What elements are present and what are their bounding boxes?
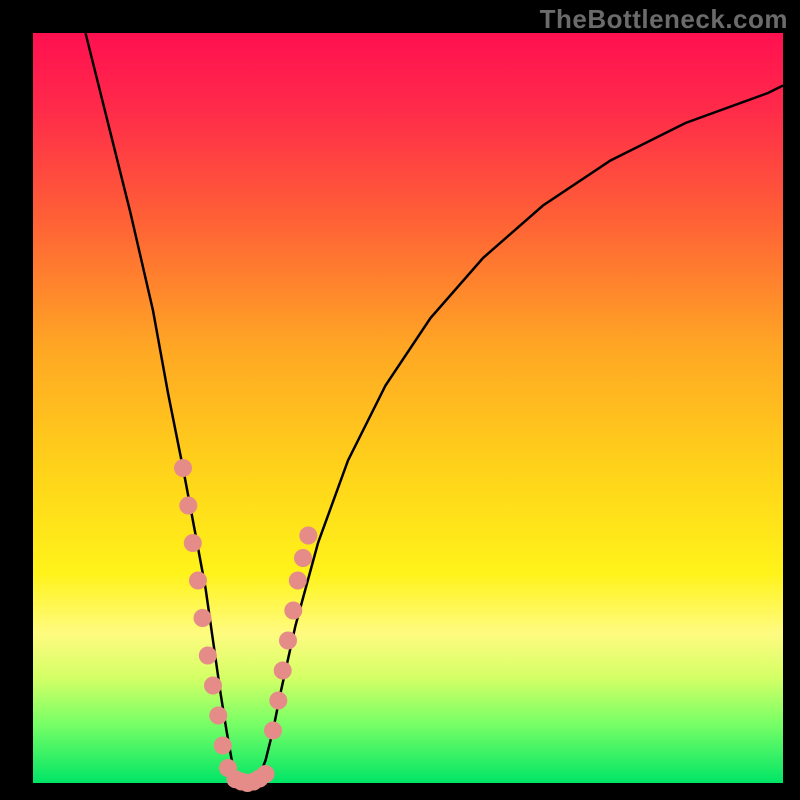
data-point — [274, 662, 292, 680]
bottleneck-curve — [86, 33, 784, 783]
data-point — [284, 602, 302, 620]
chart-frame: TheBottleneck.com — [0, 0, 800, 800]
data-point — [214, 737, 232, 755]
data-point — [184, 534, 202, 552]
data-point — [264, 722, 282, 740]
data-point — [209, 707, 227, 725]
data-point — [194, 609, 212, 627]
data-point — [257, 765, 275, 783]
data-point — [269, 692, 287, 710]
data-point — [174, 459, 192, 477]
watermark-label: TheBottleneck.com — [540, 4, 788, 35]
data-point — [294, 549, 312, 567]
data-point — [204, 677, 222, 695]
data-point — [189, 572, 207, 590]
data-point — [279, 632, 297, 650]
chart-svg — [33, 33, 783, 783]
data-point — [199, 647, 217, 665]
data-point — [299, 527, 317, 545]
data-point — [289, 572, 307, 590]
data-point — [179, 497, 197, 515]
